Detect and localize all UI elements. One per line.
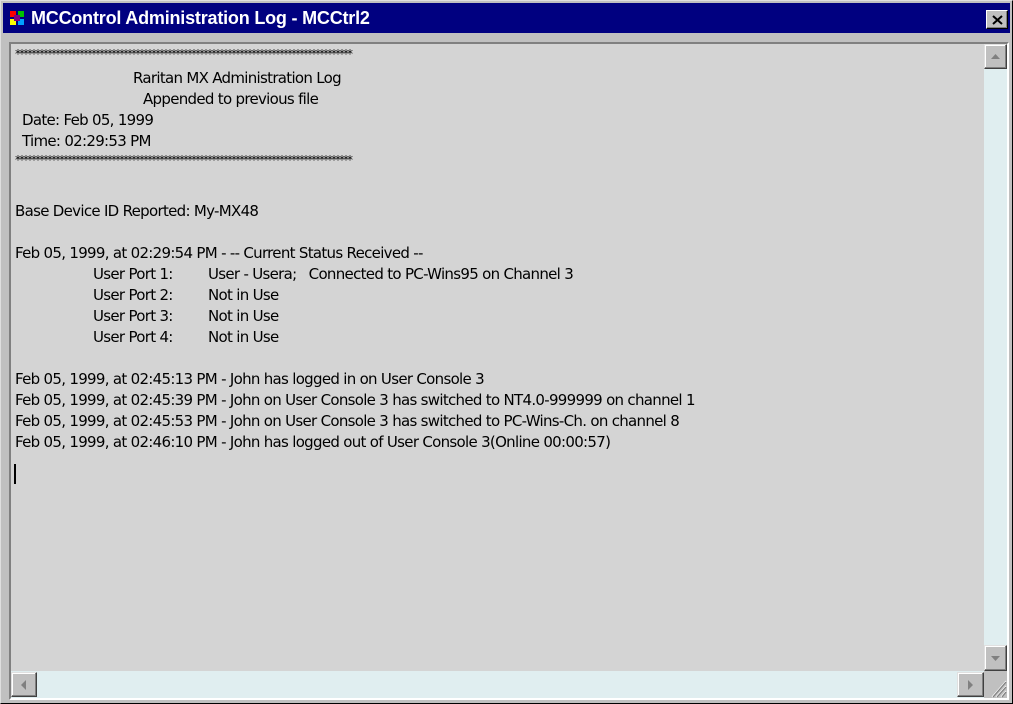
port-label: User Port 1: (93, 265, 173, 283)
log-event: Feb 05, 1999, at 02:45:39 PM - John on U… (15, 391, 696, 409)
log-event: Feb 05, 1999, at 02:45:53 PM - John on U… (15, 412, 680, 430)
status-line: Feb 05, 1999, at 02:29:54 PM - -- Curren… (15, 244, 423, 262)
scroll-up-button[interactable] (984, 44, 1007, 69)
window-title: MCControl Administration Log - MCCtrl2 (31, 8, 370, 28)
separator-line: ****************************************… (15, 47, 353, 61)
log-text-area[interactable]: ****************************************… (11, 44, 984, 671)
port-label: User Port 2: (93, 286, 173, 304)
vertical-scrollbar[interactable] (984, 44, 1007, 671)
log-header-title: Raritan MX Administration Log (133, 69, 342, 87)
log-header-subtitle: Appended to previous file (143, 90, 319, 108)
horizontal-scrollbar[interactable] (11, 671, 984, 698)
scroll-right-button[interactable] (957, 672, 984, 697)
scroll-left-button[interactable] (11, 672, 37, 697)
log-date: Date: Feb 05, 1999 (22, 111, 154, 129)
scroll-down-button[interactable] (984, 645, 1007, 671)
log-client-area: ****************************************… (9, 42, 1009, 700)
log-window: MCControl Administration Log - MCCtrl2 *… (0, 0, 1013, 704)
close-icon (992, 15, 1003, 25)
arrow-up-icon (991, 54, 1000, 59)
size-grip[interactable] (984, 671, 1007, 698)
text-caret (14, 464, 16, 484)
size-grip-icon (991, 680, 1007, 698)
port-status: Not in Use (208, 328, 279, 346)
app-icon[interactable] (9, 10, 27, 27)
arrow-right-icon (968, 680, 973, 690)
log-event: Feb 05, 1999, at 02:45:13 PM - John has … (15, 370, 485, 388)
port-status: User - Usera; Connected to PC-Wins95 on … (208, 265, 574, 283)
port-label: User Port 4: (93, 328, 173, 346)
base-device-line: Base Device ID Reported: My-MX48 (15, 202, 259, 220)
arrow-down-icon (991, 656, 1000, 661)
port-status: Not in Use (208, 286, 279, 304)
separator-line: ****************************************… (15, 153, 353, 167)
log-time: Time: 02:29:53 PM (22, 132, 151, 150)
port-label: User Port 3: (93, 307, 173, 325)
arrow-left-icon (21, 680, 26, 690)
close-button[interactable] (986, 10, 1008, 29)
port-status: Not in Use (208, 307, 279, 325)
title-bar[interactable]: MCControl Administration Log - MCCtrl2 (3, 3, 1010, 33)
log-event: Feb 05, 1999, at 02:46:10 PM - John has … (15, 433, 611, 451)
